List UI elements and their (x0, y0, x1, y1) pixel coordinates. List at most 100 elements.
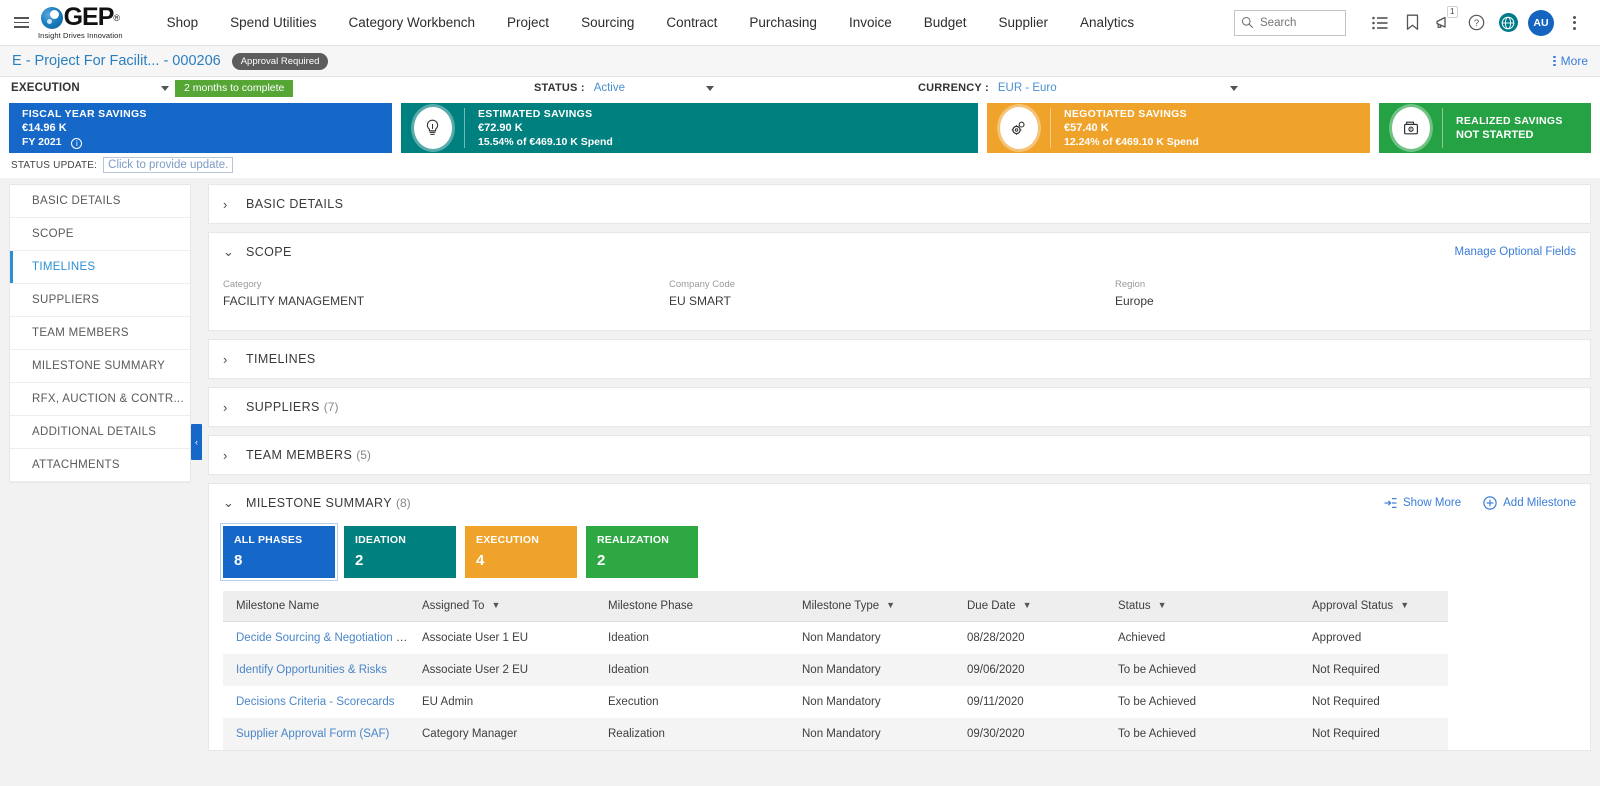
show-more-button[interactable]: Show More (1384, 497, 1461, 509)
main-nav-links: Shop Spend Utilities Category Workbench … (151, 0, 1150, 46)
nav-link-supplier[interactable]: Supplier (983, 0, 1065, 46)
more-button[interactable]: More (1553, 54, 1588, 68)
sidebar-item-additional-details[interactable]: ADDITIONAL DETAILS (10, 416, 190, 449)
section-sidebar: BASIC DETAILS SCOPE TIMELINES SUPPLIERS … (9, 184, 191, 483)
nav-link-invoice[interactable]: Invoice (833, 0, 908, 46)
nav-link-shop[interactable]: Shop (151, 0, 215, 46)
chevron-right-icon: › (223, 196, 228, 212)
status-chevron-down-icon[interactable] (706, 85, 714, 91)
filter-icon[interactable]: ▼ (1158, 600, 1167, 610)
chevron-right-icon: › (223, 399, 228, 415)
status-update-input[interactable]: Click to provide update. (103, 157, 234, 173)
column-header-milestone-type[interactable]: Milestone Type ▼ (789, 591, 954, 622)
currency-chevron-down-icon[interactable] (1230, 85, 1238, 91)
sidebar-item-rfx-auction-contract[interactable]: RFX, AUCTION & CONTR... (10, 383, 190, 416)
currency-field[interactable]: CURRENCY : EUR - Euro (918, 82, 1238, 94)
chevron-down-icon: ⌄ (223, 244, 234, 259)
gep-logo[interactable]: GEP ® Insight Drives Innovation (38, 5, 133, 41)
sidebar-item-timelines[interactable]: TIMELINES (10, 251, 190, 284)
hamburger-menu-icon[interactable] (6, 17, 36, 28)
search-input[interactable] (1260, 16, 1339, 29)
nav-link-spend-utilities[interactable]: Spend Utilities (214, 0, 332, 46)
list-view-icon[interactable] (1364, 0, 1396, 46)
cell-milestone-phase: Realization (608, 728, 665, 740)
nav-link-sourcing[interactable]: Sourcing (565, 0, 650, 46)
globe-icon[interactable] (1492, 0, 1524, 46)
bookmark-icon[interactable] (1396, 0, 1428, 46)
cell-approval-status: Not Required (1312, 728, 1380, 740)
phase-card-count: 2 (355, 552, 364, 569)
search-box[interactable] (1234, 9, 1346, 36)
kpi-value: €57.40 K (1064, 122, 1109, 134)
manage-optional-fields-link[interactable]: Manage Optional Fields (1455, 246, 1576, 258)
filter-icon[interactable]: ▼ (886, 600, 895, 610)
filter-icon[interactable]: ▼ (1400, 600, 1409, 610)
cell-milestone-phase: Ideation (608, 664, 649, 676)
table-header-row: Milestone Name Assigned To ▼ Milestone Ph… (223, 591, 1448, 622)
phase-card-all-phases[interactable]: ALL PHASES 8 (221, 524, 337, 580)
nav-link-analytics[interactable]: Analytics (1064, 0, 1150, 46)
table-row[interactable]: Supplier Approval Form (SAF) Category Ma… (223, 718, 1448, 750)
time-to-complete-chip: 2 months to complete (175, 79, 294, 97)
column-header-status[interactable]: Status ▼ (1105, 591, 1299, 622)
status-update-row: STATUS UPDATE: Click to provide update. (0, 153, 1600, 178)
announcements-icon[interactable]: 1 (1428, 0, 1460, 46)
column-header-milestone-phase[interactable]: Milestone Phase (595, 591, 789, 622)
sidebar-item-milestone-summary[interactable]: MILESTONE SUMMARY (10, 350, 190, 383)
nav-link-budget[interactable]: Budget (908, 0, 983, 46)
milestone-table: Milestone Name Assigned To ▼ Milestone Ph… (223, 591, 1448, 750)
user-avatar[interactable]: AU (1528, 9, 1554, 36)
phase-card-execution[interactable]: EXECUTION 4 (465, 526, 577, 578)
add-milestone-button[interactable]: Add Milestone (1483, 496, 1576, 510)
info-icon[interactable]: i (71, 138, 83, 150)
section-scope-header[interactable]: ⌄ SCOPE Manage Optional Fields (209, 233, 1590, 271)
phase-dropdown[interactable]: EXECUTION (0, 82, 175, 94)
column-header-milestone-name[interactable]: Milestone Name (223, 591, 409, 622)
kpi-card-fiscal-year-savings[interactable]: FISCAL YEAR SAVINGS €14.96 K FY 2021 i (9, 103, 392, 153)
cell-milestone-type: Non Mandatory (802, 696, 881, 708)
nav-link-purchasing[interactable]: Purchasing (733, 0, 833, 46)
sidebar-item-team-members[interactable]: TEAM MEMBERS (10, 317, 190, 350)
sidebar-item-basic-details[interactable]: BASIC DETAILS (10, 185, 190, 218)
currency-field-label: CURRENCY : (918, 82, 989, 94)
column-header-due-date[interactable]: Due Date ▼ (954, 591, 1105, 622)
section-team-members: › TEAM MEMBERS (5) (208, 435, 1591, 475)
column-header-approval-status[interactable]: Approval Status ▼ (1299, 591, 1448, 622)
filter-icon[interactable]: ▼ (491, 600, 500, 610)
sidebar-item-scope[interactable]: SCOPE (10, 218, 190, 251)
help-icon[interactable]: ? (1460, 0, 1492, 46)
table-row[interactable]: Identify Opportunities & Risks Associate… (223, 654, 1448, 686)
section-milestone-summary-header[interactable]: ⌄ MILESTONE SUMMARY (8) Show More Add Mi… (209, 484, 1590, 522)
sidebar-item-suppliers[interactable]: SUPPLIERS (10, 284, 190, 317)
nav-link-category-workbench[interactable]: Category Workbench (332, 0, 491, 46)
kpi-subtext: 12.24% of €469.10 K Spend (1064, 136, 1199, 148)
section-team-members-header[interactable]: › TEAM MEMBERS (5) (209, 436, 1590, 474)
kpi-card-realized-savings[interactable]: € REALIZED SAVINGS NOT STARTED (1379, 103, 1591, 153)
table-row[interactable]: Decide Sourcing & Negotiation Str... Ass… (223, 622, 1448, 655)
phase-card-ideation[interactable]: IDEATION 2 (344, 526, 456, 578)
section-suppliers-header[interactable]: › SUPPLIERS (7) (209, 388, 1590, 426)
savings-kpi-row: FISCAL YEAR SAVINGS €14.96 K FY 2021 i E… (0, 99, 1600, 153)
milestone-name-link[interactable]: Identify Opportunities & Risks (236, 664, 387, 676)
filter-icon[interactable]: ▼ (1023, 600, 1032, 610)
sidebar-item-attachments[interactable]: ATTACHMENTS (10, 449, 190, 482)
overflow-menu-icon[interactable] (1558, 0, 1590, 46)
phase-card-realization[interactable]: REALIZATION 2 (586, 526, 698, 578)
milestone-name-link[interactable]: Supplier Approval Form (SAF) (236, 728, 389, 740)
status-field[interactable]: STATUS : Active (534, 82, 714, 94)
section-basic-details-header[interactable]: › BASIC DETAILS (209, 185, 1590, 223)
scope-field-company-code: Company Code EU SMART (669, 279, 1115, 308)
cell-milestone-type: Non Mandatory (802, 632, 881, 644)
kpi-card-negotiated-savings[interactable]: NEGOTIATED SAVINGS €57.40 K 12.24% of €4… (987, 103, 1370, 153)
kpi-card-estimated-savings[interactable]: ESTIMATED SAVINGS €72.90 K 15.54% of €46… (401, 103, 978, 153)
milestone-name-link[interactable]: Decisions Criteria - Scorecards (236, 696, 395, 708)
nav-link-project[interactable]: Project (491, 0, 565, 46)
milestone-name-link[interactable]: Decide Sourcing & Negotiation Str... (236, 632, 409, 644)
section-timelines-header[interactable]: › TIMELINES (209, 340, 1590, 378)
page-title[interactable]: E - Project For Facilit... (12, 53, 159, 69)
column-header-assigned-to[interactable]: Assigned To ▼ (409, 591, 595, 622)
section-basic-details: › BASIC DETAILS (208, 184, 1591, 224)
table-row[interactable]: Decisions Criteria - Scorecards EU Admin… (223, 686, 1448, 718)
nav-link-contract[interactable]: Contract (650, 0, 733, 46)
sidebar-collapse-handle[interactable]: ‹ (191, 424, 202, 460)
